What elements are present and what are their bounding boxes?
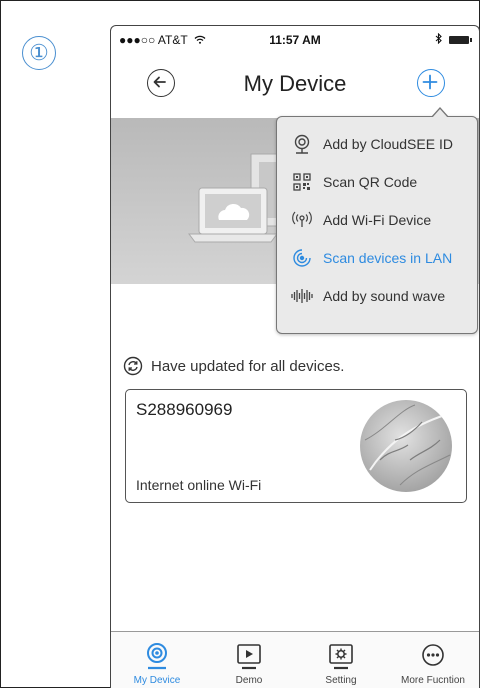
add-device-menu: Add by CloudSEE ID Scan QR Code Add Wi-F… bbox=[276, 107, 478, 334]
menu-item-label: Add by sound wave bbox=[323, 288, 446, 304]
tab-label: My Device bbox=[133, 675, 181, 686]
battery-icon bbox=[449, 36, 472, 44]
device-thumbnail bbox=[360, 400, 452, 492]
qr-code-icon bbox=[291, 171, 313, 193]
webcam-icon bbox=[291, 133, 313, 155]
menu-item-add-by-sound-wave[interactable]: Add by sound wave bbox=[291, 277, 445, 315]
menu-item-add-by-cloudsee-id[interactable]: Add by CloudSEE ID bbox=[291, 125, 453, 163]
tab-bar: My Device Demo Setting More Fucntion bbox=[111, 631, 479, 688]
tab-more-function[interactable]: More Fucntion bbox=[387, 632, 479, 688]
refresh-icon bbox=[123, 356, 143, 376]
menu-item-scan-qr-code[interactable]: Scan QR Code bbox=[291, 163, 417, 201]
menu-item-label: Scan QR Code bbox=[323, 174, 418, 190]
menu-item-label: Scan devices in LAN bbox=[323, 250, 453, 266]
update-notice: Have updated for all devices. bbox=[123, 356, 344, 376]
radar-scan-icon bbox=[291, 247, 313, 269]
phone-screen: ●●●○○ AT&T 11:57 AM My Device Add by Clo… bbox=[110, 25, 480, 688]
tab-label: Setting bbox=[325, 675, 357, 686]
tab-label: Demo bbox=[235, 675, 263, 686]
play-screen-icon bbox=[234, 641, 264, 671]
wifi-signal-icon bbox=[291, 209, 313, 231]
camera-icon bbox=[142, 641, 172, 671]
device-card[interactable]: S288960969 Internet online Wi-Fi bbox=[125, 389, 467, 503]
step-number-badge: ① bbox=[22, 36, 56, 70]
menu-item-add-wifi-device[interactable]: Add Wi-Fi Device bbox=[291, 201, 431, 239]
device-status: Internet online Wi-Fi bbox=[136, 477, 262, 493]
tab-demo[interactable]: Demo bbox=[203, 632, 295, 688]
add-device-button[interactable] bbox=[417, 69, 445, 97]
bluetooth-icon bbox=[435, 32, 443, 47]
more-dots-icon bbox=[418, 641, 448, 671]
device-name: S288960969 bbox=[136, 400, 233, 419]
tab-label: More Fucntion bbox=[401, 675, 465, 686]
menu-item-label: Add Wi-Fi Device bbox=[323, 212, 432, 228]
tab-my-device[interactable]: My Device bbox=[111, 632, 203, 688]
update-notice-text: Have updated for all devices. bbox=[151, 357, 345, 375]
menu-item-label: Add by CloudSEE ID bbox=[323, 136, 453, 152]
sound-wave-icon bbox=[291, 285, 313, 307]
status-bar: ●●●○○ AT&T 11:57 AM bbox=[111, 26, 479, 48]
gear-screen-icon bbox=[326, 641, 356, 671]
plus-icon bbox=[422, 74, 438, 90]
nav-bar: My Device bbox=[111, 56, 479, 118]
status-time: 11:57 AM bbox=[269, 33, 321, 47]
menu-item-scan-devices-in-lan[interactable]: Scan devices in LAN bbox=[291, 239, 452, 277]
tab-setting[interactable]: Setting bbox=[295, 632, 387, 688]
